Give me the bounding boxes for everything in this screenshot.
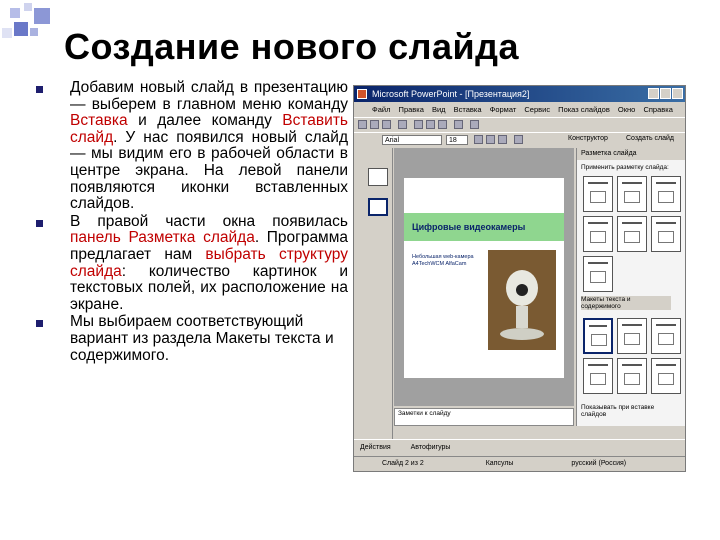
font-name-combo: Arial [382,135,442,145]
window-titlebar: Microsoft PowerPoint - [Презентация2] [354,86,685,102]
layouts-section-label: Макеты текста и содержимого [581,296,671,310]
menu-item: Правка [398,105,424,114]
formatting-toolbar: Arial 18 Конструктор Создать слайд [354,132,685,147]
maximize-icon [660,88,671,99]
slide-title: Цифровые видеокамеры [412,222,526,232]
page-title: Создание нового слайда [64,26,519,67]
text-run: и далее команду [127,112,283,130]
new-icon [358,120,367,129]
layout-option [651,176,681,212]
close-icon [672,88,683,99]
status-design: Капсулы [485,460,514,467]
new-slide-button: Создать слайд [626,135,675,142]
highlight-run: Вставка [70,112,128,130]
status-language: русский (Россия) [571,460,627,467]
layout-option [583,358,613,394]
undo-icon [454,120,463,129]
autoshapes-menu: Автофигуры [410,444,451,451]
bullet-marker [36,320,43,328]
slide-layout-pane: Разметка слайда Применить разметку слайд… [576,148,685,426]
copy-icon [426,120,435,129]
status-bar: Слайд 2 из 2 Капсулы русский (Россия) [354,456,685,471]
menu-item: Сервис [524,105,551,114]
open-icon [370,120,379,129]
paste-icon [438,120,447,129]
decor-square [34,8,50,24]
layout-option [583,318,613,354]
layout-option [651,358,681,394]
cut-icon [414,120,423,129]
apply-layout-label: Применить разметку слайда: [581,164,669,171]
designer-button: Конструктор [568,135,608,142]
layout-option [651,318,681,354]
menu-item: Файл [372,105,391,114]
text-run: Добавим новый слайд в презентацию — выбе… [70,79,348,113]
decor-square [10,8,20,18]
layout-option [617,318,647,354]
bullet-item: Мы выбираем соответствующий вариант из р… [36,313,348,364]
powerpoint-screenshot: Microsoft PowerPoint - [Презентация2] Фа… [353,85,686,472]
menu-item: Вставка [453,105,482,114]
bullet-marker [36,86,43,93]
draw-actions-menu: Действия [360,444,391,451]
layout-option [651,216,681,252]
decor-square [14,22,28,36]
menu-bar: Файл Правка Вид Вставка Формат Сервис По… [354,103,685,117]
layout-option [583,216,613,252]
text-run: В правой части окна появилась [70,212,348,230]
notes-field: Заметки к слайду [394,408,574,426]
status-slide: Слайд 2 из 2 [382,460,424,467]
decor-square [24,3,32,11]
layout-option [583,256,613,292]
layout-option [617,176,647,212]
italic-icon [486,135,495,144]
align-icon [514,135,523,144]
decor-square [2,28,12,38]
minimize-icon [648,88,659,99]
menu-item: Окно [617,105,636,114]
layout-option [583,176,613,212]
drawing-toolbar: Действия Автофигуры [354,439,685,456]
decor-square [30,28,38,36]
menu-item: Показ слайдов [558,105,610,114]
slide-thumbnail [368,168,388,186]
bullet-item: Добавим новый слайд в презентацию — выбе… [36,79,348,213]
menu-item: Справка [643,105,673,114]
window-title: Microsoft PowerPoint - [Презентация2] [372,89,530,99]
bullet-marker [36,219,43,227]
menu-item: Формат [489,105,517,114]
standard-toolbar [354,117,685,132]
camera-image [488,250,556,350]
font-size-combo: 18 [446,135,468,145]
underline-icon [498,135,507,144]
print-icon [398,120,407,129]
bullet-list: Добавим новый слайд в презентацию — выбе… [36,79,348,365]
powerpoint-icon [357,89,367,99]
slide-bullet: Небольшая web-камера A4TechWCM AlfaCam [412,254,474,267]
task-pane-title: Разметка слайда [577,148,685,160]
layout-option [617,216,647,252]
slide-photo [488,250,556,350]
chart-icon [470,120,479,129]
highlight-run: панель Разметка слайда [70,229,255,247]
bullet-item: В правой части окна появилась панель Раз… [36,212,348,314]
slide-canvas: Цифровые видеокамеры Небольшая web-камер… [404,178,564,378]
menu-item: Вид [431,105,446,114]
layout-option [617,358,647,394]
slide-thumbnail [368,198,388,216]
slide-work-area: Цифровые видеокамеры Небольшая web-камер… [394,148,574,406]
text-run: Мы выбираем соответствующий вариант из р… [70,313,334,364]
save-icon [382,120,391,129]
bold-icon [474,135,483,144]
slides-pane [356,148,393,448]
show-on-insert-checkbox: Показывать при вставке слайдов [581,404,655,418]
